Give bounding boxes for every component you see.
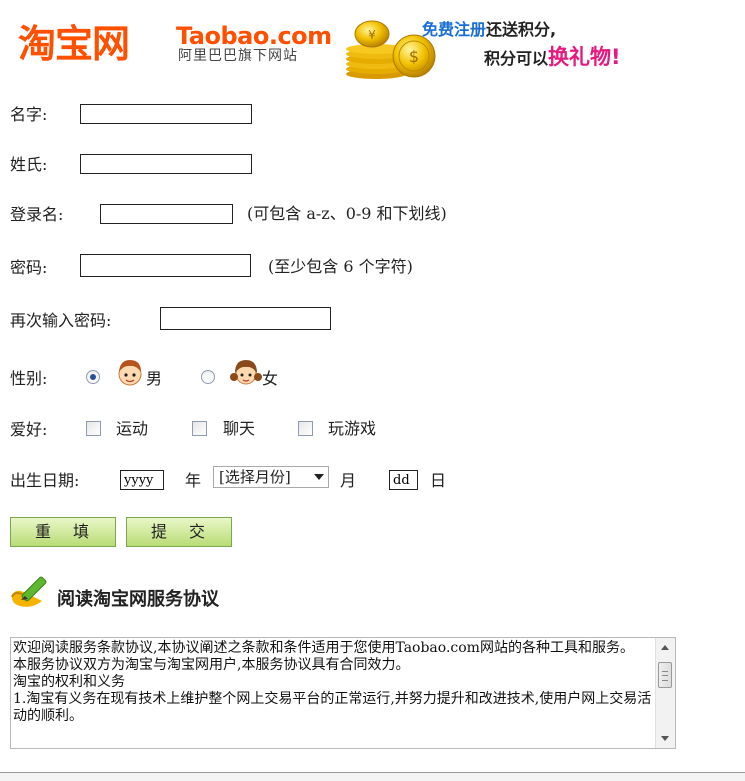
agreement-line: 淘宝的权利和义务 [13,674,125,690]
taobao-logo-subtitle: 阿里巴巴旗下网站 [178,48,298,64]
boy-avatar-icon [118,360,142,386]
promo-points-text: 积分可以 [484,49,549,68]
svg-text:¥: ¥ [368,28,376,42]
chevron-down-icon [314,474,324,480]
hobby-sports-checkbox[interactable] [86,421,101,436]
first-name-label: 名字: [10,105,48,124]
agreement-title[interactable]: 阅读淘宝网服务协议 [57,588,219,612]
password-input[interactable] [80,254,251,277]
agreement-scrollbar[interactable] [655,638,675,748]
birth-month-select[interactable]: [选择月份] [213,466,329,488]
confirm-password-label: 再次输入密码: [10,311,112,330]
taobao-logo-english: Taobao.com [176,22,332,50]
gender-label: 性别: [10,369,48,388]
agreement-line: 欢迎阅读服务条款协议,本协议阐述之条款和条件适用于您使用Taobao.com网站… [13,640,634,656]
agreement-textbox[interactable]: 欢迎阅读服务条款协议,本协议阐述之条款和条件适用于您使用Taobao.com网站… [10,637,676,749]
scroll-down-arrow-icon[interactable] [661,736,669,741]
promo-exclaim: ! [611,45,621,69]
gender-female-radio[interactable] [201,370,215,384]
birth-date-label: 出生日期: [10,471,80,490]
gender-male-radio[interactable] [86,370,100,384]
first-name-input[interactable] [80,104,252,124]
hobby-label: 爱好: [10,420,48,439]
promo-free-register: 免费注册 [422,20,487,39]
hobby-sports-label: 运动 [116,419,149,438]
scroll-up-arrow-icon[interactable] [661,645,669,650]
birth-day-input[interactable] [389,470,418,490]
hobby-chat-checkbox[interactable] [192,421,207,436]
login-name-label: 登录名: [10,205,64,224]
taobao-logo-chinese: 淘宝网 [18,22,130,66]
gender-female-label: 女 [262,369,279,388]
promo-line-2: 积分可以换礼物! [484,44,621,72]
day-unit-label: 日 [430,471,447,490]
birth-month-selected: [选择月份] [219,468,291,486]
svg-text:$: $ [409,47,419,66]
pencil-icon [11,576,47,607]
last-name-label: 姓氏: [10,155,48,174]
hobby-games-label: 玩游戏 [328,419,377,438]
login-name-hint: (可包含 a-z、0-9 和下划线) [247,204,447,223]
promo-gift-text: 换礼物 [548,45,612,69]
password-hint: (至少包含 6 个字符) [268,257,413,276]
scroll-thumb[interactable] [658,662,672,688]
birth-year-input[interactable] [120,470,164,490]
login-name-input[interactable] [100,204,233,224]
girl-avatar-icon [230,360,262,385]
promo-line-1: 免费注册还送积分, [422,19,556,41]
agreement-line: 本服务协议双方为淘宝与淘宝网用户,本服务协议具有合同效力。 [13,657,410,673]
agreement-line: 1.淘宝有义务在现有技术上维护整个网上交易平台的正常运行,并努力提升和改进技术,… [13,691,652,724]
promo-bonus-text: 还送积分, [486,20,557,39]
confirm-password-input[interactable] [160,307,331,330]
month-unit-label: 月 [340,471,357,490]
hobby-chat-label: 聊天 [223,419,256,438]
password-label: 密码: [10,258,48,277]
hobby-games-checkbox[interactable] [298,421,313,436]
submit-button[interactable]: 提交 [126,517,232,547]
agreement-content: 欢迎阅读服务条款协议,本协议阐述之条款和条件适用于您使用Taobao.com网站… [13,640,653,725]
gender-male-label: 男 [146,369,163,388]
last-name-input[interactable] [80,154,252,174]
reset-button[interactable]: 重填 [10,517,116,547]
year-unit-label: 年 [185,471,202,490]
